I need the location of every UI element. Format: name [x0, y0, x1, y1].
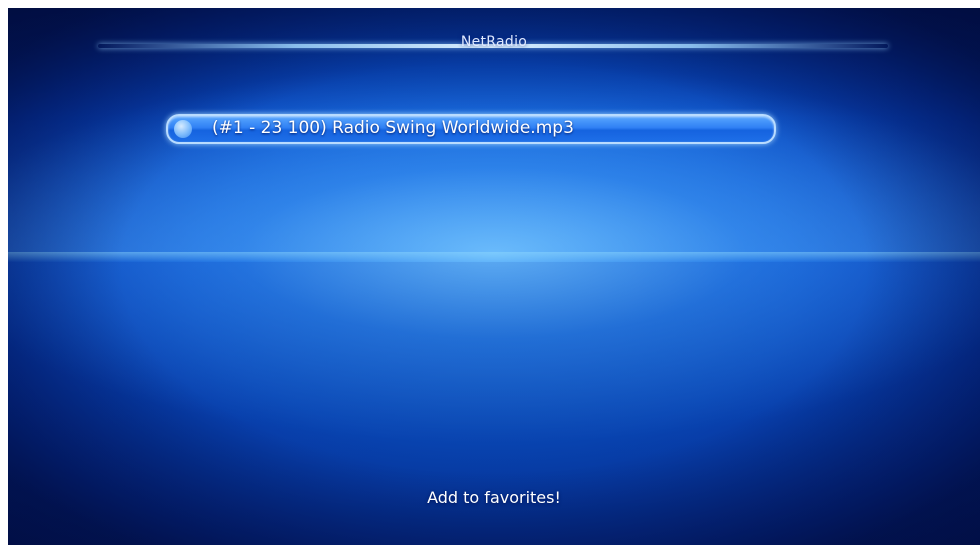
page-title: NetRadio — [460, 34, 528, 50]
selection-knob-icon — [174, 120, 192, 138]
background-horizon-line — [8, 252, 980, 262]
list-item-label: (#1 - 23 100) Radio Swing Worldwide.mp3 — [212, 118, 574, 138]
status-message: Add to favorites! — [427, 488, 561, 507]
tv-screen: NetRadio (#1 - 23 100) Radio Swing World… — [8, 8, 980, 545]
photo-frame: NetRadio (#1 - 23 100) Radio Swing World… — [0, 0, 980, 545]
station-list: (#1 - 23 100) Radio Swing Worldwide.mp3 — [166, 114, 776, 144]
list-item-selected[interactable]: (#1 - 23 100) Radio Swing Worldwide.mp3 — [166, 114, 776, 144]
